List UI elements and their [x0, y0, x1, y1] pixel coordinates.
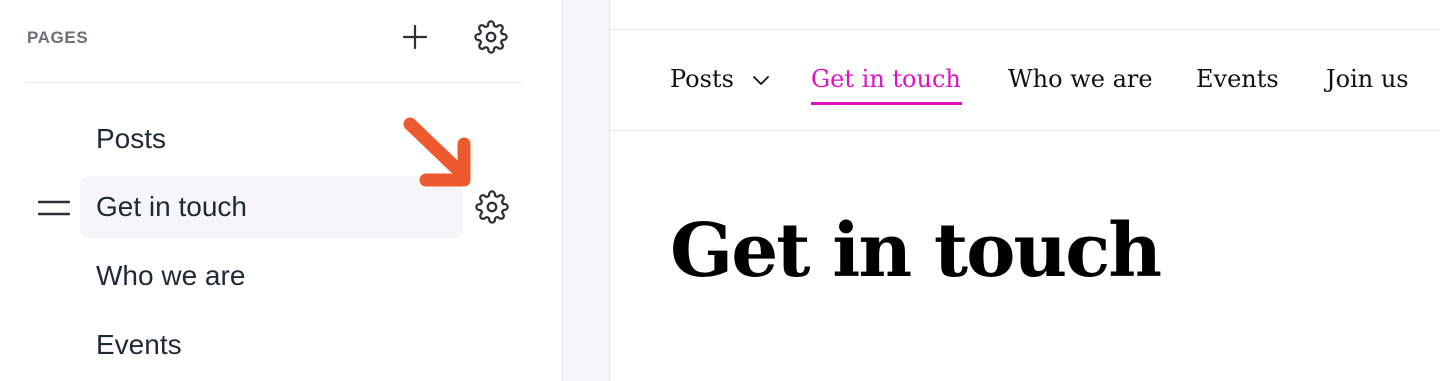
- pages-settings-button[interactable]: [471, 17, 511, 57]
- nav-item-get-in-touch[interactable]: Get in touch: [811, 65, 961, 93]
- add-page-button[interactable]: [395, 17, 435, 57]
- page-item-who-we-are[interactable]: Who we are: [80, 245, 462, 307]
- pages-panel: PAGES Posts Get in touch Who we are Even…: [0, 0, 562, 381]
- nav-item-join-us[interactable]: Join us: [1326, 65, 1409, 93]
- plus-icon: [402, 24, 428, 50]
- drag-handle-icon[interactable]: [38, 197, 70, 219]
- gear-icon: [475, 190, 509, 224]
- page-title: Get in touch: [670, 208, 1162, 294]
- pages-panel-header: PAGES: [26, 0, 523, 83]
- page-item-label: Events: [96, 329, 182, 360]
- nav-item-events[interactable]: Events: [1196, 65, 1279, 93]
- preview-topbar: [610, 0, 1440, 30]
- page-editor: PAGES Posts Get in touch Who we are Even…: [0, 0, 1440, 381]
- page-item-label: Posts: [96, 123, 167, 154]
- nav-item-who-we-are[interactable]: Who we are: [1008, 65, 1153, 93]
- chevron-down-icon[interactable]: [752, 74, 770, 86]
- gear-icon: [474, 20, 508, 54]
- site-preview: Posts Get in touch Who we are Events Joi…: [610, 0, 1440, 381]
- panel-divider: [562, 0, 610, 381]
- active-nav-underline: [811, 102, 962, 105]
- arrow-callout-icon: [403, 117, 471, 187]
- page-item-label: Get in touch: [96, 191, 247, 222]
- page-item-events[interactable]: Events: [80, 314, 462, 376]
- pages-panel-title: PAGES: [27, 28, 89, 47]
- page-item-label: Who we are: [96, 260, 246, 291]
- nav-item-posts[interactable]: Posts: [670, 65, 734, 93]
- site-navigation: Posts Get in touch Who we are Events Joi…: [610, 30, 1440, 131]
